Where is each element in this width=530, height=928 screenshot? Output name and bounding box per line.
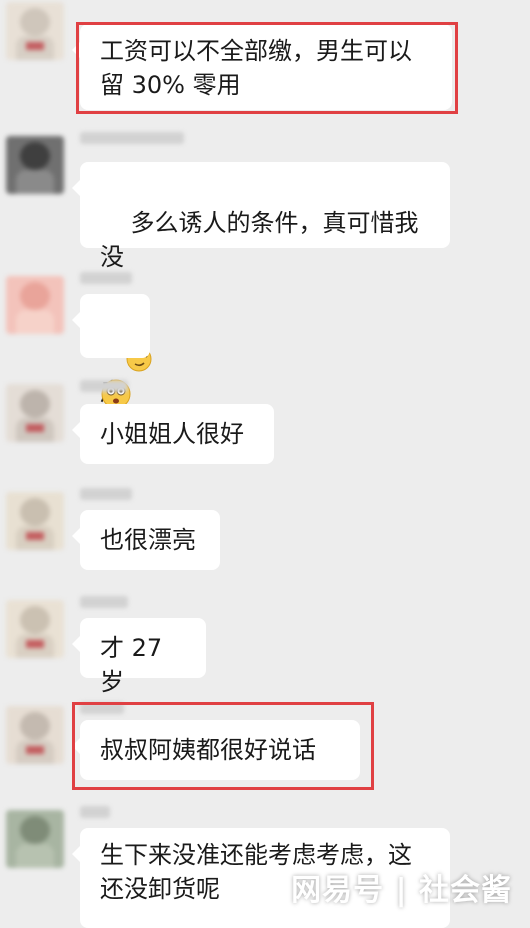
- avatar[interactable]: [6, 276, 64, 334]
- avatar[interactable]: [6, 492, 64, 550]
- message-bubble[interactable]: 也很漂亮: [72, 510, 220, 570]
- message-bubble[interactable]: 才 27 岁: [72, 618, 206, 696]
- avatar[interactable]: [6, 810, 64, 868]
- avatar[interactable]: [6, 706, 64, 764]
- highlight-box: [76, 22, 458, 114]
- avatar[interactable]: [6, 2, 64, 60]
- avatar[interactable]: [6, 600, 64, 658]
- nickname: [80, 132, 184, 144]
- message-bubble[interactable]: [72, 294, 150, 409]
- nickname: [80, 380, 128, 392]
- nickname: [80, 272, 132, 284]
- message-bubble[interactable]: 多么诱人的条件，真可惜我没 房 666: [72, 162, 450, 406]
- avatar[interactable]: [6, 384, 64, 442]
- nickname: [80, 596, 128, 608]
- message-bubble[interactable]: 小姐姐人很好: [72, 404, 274, 464]
- nickname: [80, 488, 132, 500]
- avatar[interactable]: [6, 136, 64, 194]
- nickname: [80, 806, 110, 818]
- highlight-box: [72, 702, 374, 790]
- watermark: 网易号 | 社会酱: [291, 873, 512, 908]
